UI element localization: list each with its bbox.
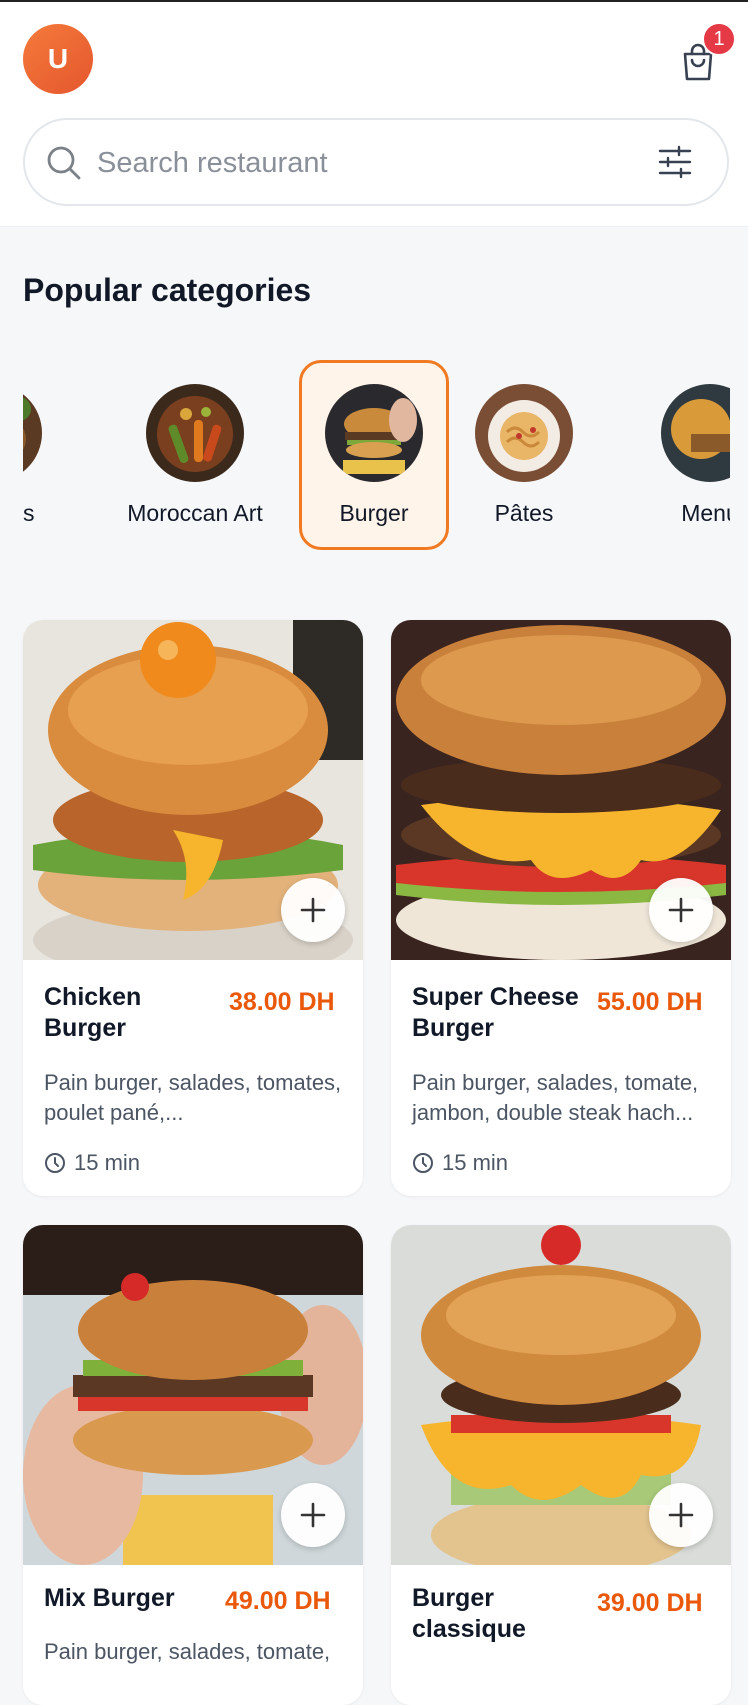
product-name: Burger classique	[412, 1584, 526, 1643]
cart-count-badge: 1	[702, 22, 736, 56]
product-name: Chicken Burger	[44, 983, 142, 1042]
plus-icon	[300, 1502, 326, 1528]
category-image	[23, 384, 42, 482]
product-name: Mix Burger	[44, 1584, 175, 1612]
category-label: Pâtes	[494, 500, 554, 526]
category-item-menu[interactable]: Menu	[635, 360, 730, 550]
product-description: Pain burger, salades, tomate,	[44, 1639, 331, 1664]
prep-time-label: 15 min	[74, 1150, 141, 1175]
clock-icon	[45, 1153, 65, 1173]
product-description: Pain burger, salades, tomates, poulet pa…	[44, 1070, 342, 1125]
product-name: Super Cheese Burger	[412, 983, 579, 1042]
category-item-burger[interactable]: Burger	[299, 360, 449, 550]
plus-icon	[668, 897, 694, 923]
product-price: 39.00 DH	[597, 1589, 703, 1617]
search-bar	[23, 118, 729, 206]
user-avatar[interactable]: U	[23, 24, 93, 94]
header: U 1	[0, 2, 748, 227]
add-to-cart-button[interactable]	[649, 1483, 713, 1547]
category-image	[325, 384, 423, 482]
product-description: Pain burger, salades, tomate, jambon, do…	[412, 1070, 699, 1125]
category-carousel[interactable]: Salades Moroccan Art Burger Pâtes Menu	[23, 360, 730, 556]
prep-time: 15 min	[412, 1148, 508, 1178]
clock-icon	[413, 1153, 433, 1173]
category-item-salades[interactable]: Salades	[23, 360, 68, 550]
section-title: Popular categories	[23, 272, 312, 308]
category-label: Menu	[681, 500, 730, 526]
category-item-moroccan-art[interactable]: Moroccan Art	[120, 360, 270, 550]
product-price: 55.00 DH	[597, 988, 703, 1016]
prep-time-label: 15 min	[442, 1150, 509, 1175]
category-item-pates[interactable]: Pâtes	[449, 360, 599, 550]
add-to-cart-button[interactable]	[649, 878, 713, 942]
plus-icon	[668, 1502, 694, 1528]
product-price: 38.00 DH	[229, 988, 335, 1016]
category-image	[146, 384, 244, 482]
product-card-mix-burger[interactable]: Mix Burger 49.00 DH Pain burger, salades…	[23, 1225, 363, 1705]
prep-time: 15 min	[44, 1148, 140, 1178]
filter-sliders-icon[interactable]	[657, 144, 693, 180]
product-card-burger-classique[interactable]: Burger classique 39.00 DH	[391, 1225, 731, 1705]
plus-icon	[300, 897, 326, 923]
category-image	[661, 384, 730, 482]
search-input[interactable]	[95, 138, 639, 188]
add-to-cart-button[interactable]	[281, 1483, 345, 1547]
product-price: 49.00 DH	[225, 1587, 331, 1615]
product-card-super-cheese-burger[interactable]: Super Cheese Burger 55.00 DH Pain burger…	[391, 620, 731, 1196]
search-icon	[47, 146, 81, 180]
category-label: Moroccan Art	[127, 500, 263, 526]
category-label: Salades	[23, 500, 35, 526]
category-image	[475, 384, 573, 482]
product-card-chicken-burger[interactable]: Chicken Burger 38.00 DH Pain burger, sal…	[23, 620, 363, 1196]
add-to-cart-button[interactable]	[281, 878, 345, 942]
